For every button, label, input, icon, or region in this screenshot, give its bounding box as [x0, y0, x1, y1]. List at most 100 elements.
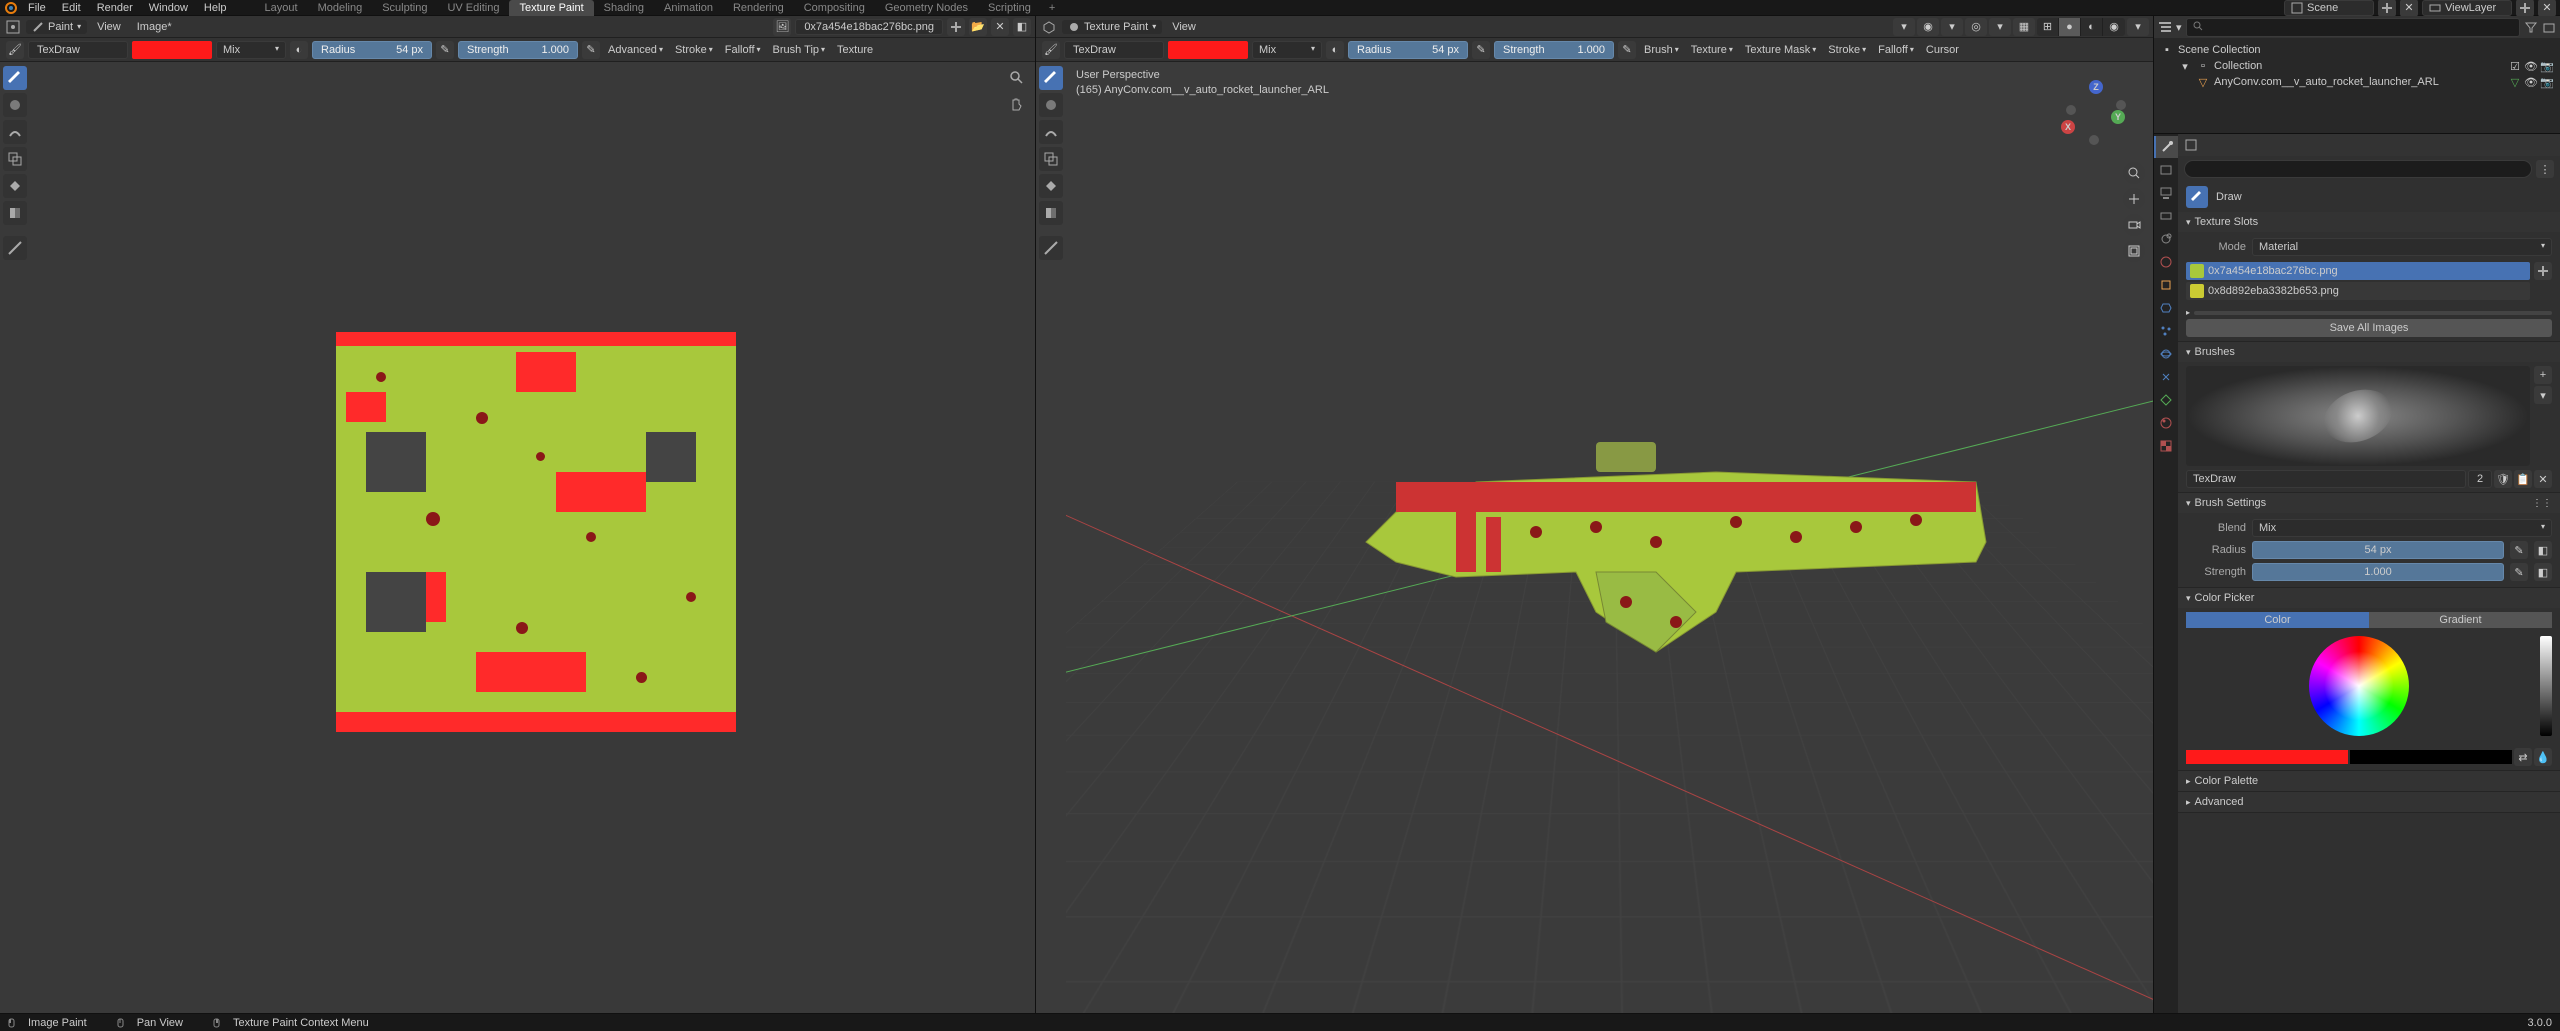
eyedropper-button[interactable]: 💧 [2534, 748, 2552, 766]
viewport-tool-menu-falloff[interactable]: Falloff ▾ [1874, 44, 1918, 56]
brush-settings-radius-unit[interactable]: ◧ [2534, 541, 2552, 559]
image-slot-button[interactable]: ◧ [1013, 18, 1031, 36]
camera-gizmo-icon[interactable] [2123, 214, 2145, 236]
prop-tab-particle[interactable] [2154, 320, 2178, 342]
radius-pressure-toggle[interactable]: ✎ [436, 41, 454, 59]
prop-tab-modifier[interactable] [2154, 297, 2178, 319]
tab-scripting[interactable]: Scripting [978, 0, 1041, 16]
zoom-magnify-icon[interactable] [1007, 68, 1027, 88]
viewport-paint-mode-toggle[interactable]: ◐ [1326, 41, 1344, 59]
delete-scene-button[interactable]: ✕ [2400, 0, 2418, 17]
viewport-brush-name-field[interactable]: TexDraw [1064, 41, 1164, 59]
brush-preview[interactable] [2186, 366, 2530, 466]
brush-settings-radius-pressure[interactable]: ✎ [2510, 541, 2528, 559]
tool-mask[interactable] [3, 201, 27, 225]
brush-color-swatch[interactable] [132, 41, 212, 59]
image-menu-image[interactable]: Image* [131, 21, 178, 33]
prop-tab-tool[interactable] [2154, 136, 2178, 158]
outliner-new-collection-button[interactable] [2542, 20, 2556, 34]
gizmo-neg-x[interactable] [2116, 100, 2126, 110]
properties-search-input[interactable] [2184, 160, 2532, 178]
image-new-button[interactable] [947, 18, 965, 36]
image-mode-selector[interactable]: Paint ▾ [26, 20, 87, 34]
shading-wireframe[interactable]: ⊞ [2037, 18, 2059, 36]
add-workspace-button[interactable]: + [1041, 0, 1063, 16]
tree-object[interactable]: ▽ AnyConv.com__v_auto_rocket_launcher_AR… [2160, 74, 2554, 90]
pan-hand-icon[interactable] [1007, 94, 1027, 114]
properties-editor-type-selector[interactable] [2184, 138, 2198, 152]
texture-slot-add-button[interactable] [2534, 262, 2552, 280]
brush-unlink-button[interactable]: ✕ [2534, 470, 2552, 488]
shading-solid[interactable]: ● [2059, 18, 2081, 36]
viewport-brush-blend-selector[interactable]: Mix ▾ [1252, 41, 1322, 59]
tree-scene-collection[interactable]: ▪ Scene Collection [2160, 42, 2554, 58]
viewport-tool-smear[interactable] [1039, 120, 1063, 144]
prop-tab-data[interactable] [2154, 389, 2178, 411]
tab-sculpting[interactable]: Sculpting [372, 0, 437, 16]
tool-smear[interactable] [3, 120, 27, 144]
viewport-brush-strength-slider[interactable]: Strength 1.000 [1494, 41, 1614, 59]
brush-settings-strength-pressure[interactable]: ✎ [2510, 563, 2528, 581]
image-menu-view[interactable]: View [91, 21, 127, 33]
viewport-tool-menu-brush[interactable]: Brush ▾ [1640, 44, 1683, 56]
outliner-editor-type-selector[interactable] [2158, 20, 2172, 34]
perspective-gizmo-icon[interactable] [2123, 240, 2145, 262]
brush-tool-icon[interactable]: 🖌 [6, 41, 24, 59]
brush-options-button[interactable]: ▾ [2534, 386, 2552, 404]
tool-draw[interactable] [3, 66, 27, 90]
color-tab-gradient[interactable]: Gradient [2369, 612, 2552, 628]
viewport-tool-menu-texture[interactable]: Texture ▾ [1687, 44, 1737, 56]
properties-options-button[interactable]: ⋮ [2536, 160, 2554, 178]
gizmo-neg-y[interactable] [2066, 105, 2076, 115]
color-palette-panel-header[interactable]: ▸ Color Palette [2178, 771, 2560, 791]
tool-menu-brush-tip[interactable]: Brush Tip ▾ [769, 44, 829, 56]
gizmo-options-button[interactable]: ▾ [1941, 18, 1963, 36]
new-scene-button[interactable] [2378, 0, 2396, 17]
prop-tab-world[interactable] [2154, 251, 2178, 273]
view-object-types-button[interactable]: ▾ [1893, 18, 1915, 36]
tab-layout[interactable]: Layout [255, 0, 308, 16]
editor-type-selector[interactable] [4, 18, 22, 36]
brush-settings-panel-header[interactable]: ▾ Brush Settings ⋮⋮ [2178, 493, 2560, 513]
brush-blend-selector[interactable]: Mix ▾ [216, 41, 286, 59]
texture-slot-1[interactable]: 0x8d892eba3382b653.png [2186, 282, 2530, 300]
color-value-bar[interactable] [2540, 636, 2552, 736]
prop-tab-material[interactable] [2154, 412, 2178, 434]
drag-handle-icon[interactable] [2194, 311, 2552, 315]
prop-tab-scene[interactable] [2154, 228, 2178, 250]
xray-toggle-button[interactable]: ▦ [2013, 18, 2035, 36]
tab-uv-editing[interactable]: UV Editing [437, 0, 509, 16]
viewlayer-selector[interactable]: ViewLayer [2422, 0, 2512, 16]
viewport-mode-selector[interactable]: Texture Paint ▾ [1062, 20, 1162, 34]
brush-settings-blend-selector[interactable]: Mix ▾ [2252, 519, 2552, 537]
menu-help[interactable]: Help [196, 2, 235, 14]
viewport-tool-fill[interactable] [1039, 174, 1063, 198]
tool-fill[interactable] [3, 174, 27, 198]
image-unlink-button[interactable]: ✕ [991, 18, 1009, 36]
tool-menu-stroke[interactable]: Stroke ▾ [671, 44, 717, 56]
viewport-strength-pressure-toggle[interactable]: ✎ [1618, 41, 1636, 59]
chevron-down-icon[interactable]: ▾ [2178, 59, 2192, 73]
overlay-options-button[interactable]: ▾ [1989, 18, 2011, 36]
viewport-tool-draw[interactable] [1039, 66, 1063, 90]
tool-menu-falloff[interactable]: Falloff ▾ [721, 44, 765, 56]
tab-animation[interactable]: Animation [654, 0, 723, 16]
tool-clone[interactable] [3, 147, 27, 171]
viewport-editor-type-selector[interactable] [1040, 18, 1058, 36]
paint-mode-toggle[interactable]: ◐ [290, 41, 308, 59]
advanced-panel-header[interactable]: ▸ Advanced [2178, 792, 2560, 812]
brush-name-field[interactable]: TexDraw [28, 41, 128, 59]
brush-radius-slider[interactable]: Radius 54 px [312, 41, 432, 59]
menu-file[interactable]: File [20, 2, 54, 14]
viewport-tool-menu-stroke[interactable]: Stroke ▾ [1824, 44, 1870, 56]
shading-rendered[interactable]: ◉ [2103, 18, 2125, 36]
strength-pressure-toggle[interactable]: ✎ [582, 41, 600, 59]
brush-data-name-field[interactable]: TexDraw [2186, 470, 2466, 488]
outliner-filter-button[interactable] [2524, 20, 2538, 34]
swap-colors-button[interactable]: ⇄ [2514, 748, 2532, 766]
brush-strength-slider[interactable]: Strength 1.000 [458, 41, 578, 59]
image-open-button[interactable]: 📂 [969, 18, 987, 36]
outliner-search[interactable] [2186, 18, 2520, 37]
color-picker-panel-header[interactable]: ▾ Color Picker [2178, 588, 2560, 608]
viewport-radius-pressure-toggle[interactable]: ✎ [1472, 41, 1490, 59]
